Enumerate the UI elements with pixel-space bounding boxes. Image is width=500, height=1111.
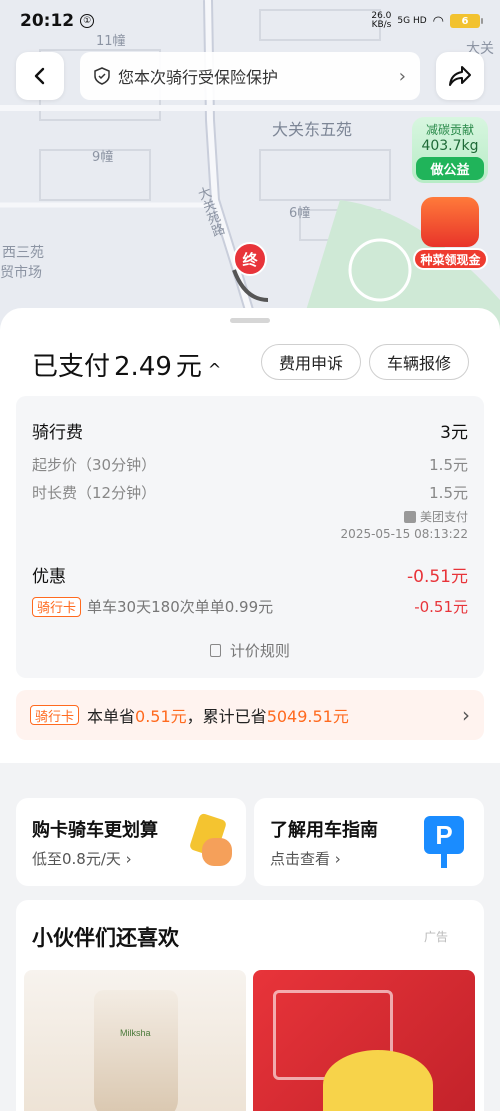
ride-fee-row: 骑行费 3元 [32, 418, 468, 443]
card-hand-icon [188, 812, 234, 868]
buy-card-promo[interactable]: 购卡骑车更划算 低至0.8元/天 › [16, 798, 246, 886]
discount-row: 优惠 -0.51元 [32, 562, 468, 587]
status-time: 20:12 [20, 11, 75, 31]
insurance-banner[interactable]: 您本次骑行受保险保护 › [80, 52, 420, 100]
ad-image-milktea[interactable]: Milksha [24, 970, 246, 1111]
map-label: 西三苑 [2, 245, 44, 261]
network-type: 5G HD [397, 16, 427, 26]
chevron-right-icon: › [462, 703, 470, 727]
parking-sign-icon: P [424, 816, 464, 868]
drag-handle[interactable] [230, 318, 270, 323]
carbon-badge[interactable]: 减碳贡献 403.7kg 做公益 [412, 117, 488, 183]
pricing-rule-link[interactable]: 计价规则 [16, 640, 484, 661]
charity-button[interactable]: 做公益 [416, 157, 484, 180]
recommend-section: 小伙伴们还喜欢 广告 Milksha [16, 900, 484, 1111]
discount-value: -0.51元 [407, 567, 468, 587]
meituan-pay-icon [403, 510, 416, 523]
notification-badge: ① [80, 14, 95, 28]
paid-summary[interactable]: 已支付 2.49 元 ^ [32, 346, 221, 383]
document-icon [210, 644, 222, 657]
wifi-icon: ◠ [432, 13, 444, 29]
share-button[interactable] [436, 52, 484, 100]
map-label: 大关东五苑 [272, 120, 353, 139]
paid-amount: 2.49 [114, 352, 172, 382]
savings-middle: ，累计已省 [186, 707, 267, 726]
duration-fee-value: 1.5元 [429, 484, 468, 502]
ride-card-tag: 骑行卡 [30, 705, 80, 725]
shield-icon [94, 67, 110, 85]
savings-prefix: 本单省 [87, 707, 136, 726]
red-packet-label: 种菜领现金 [413, 248, 488, 270]
back-arrow-icon [34, 67, 45, 85]
order-saved-amount: 0.51元 [135, 707, 187, 726]
fee-detail-card: 骑行费 3元 起步价（30分钟） 1.5元 时长费（12分钟） 1.5元 美团支… [16, 396, 484, 678]
paid-label: 已支付 [32, 352, 111, 382]
base-fee-label: 起步价（30分钟） [32, 456, 157, 474]
share-icon [449, 66, 471, 86]
end-marker: 终 [233, 242, 267, 276]
savings-banner[interactable]: 骑行卡 本单省 0.51元 ，累计已省 5049.51元 › [16, 690, 484, 740]
total-saved-amount: 5049.51元 [266, 707, 349, 726]
duration-fee-row: 时长费（12分钟） 1.5元 [32, 482, 468, 503]
card-discount-row: 骑行卡 单车30天180次单单0.99元 -0.51元 [32, 596, 468, 617]
ride-fee-label: 骑行费 [32, 423, 83, 443]
back-button[interactable] [16, 52, 64, 100]
battery-icon: 6 [450, 14, 483, 28]
ride-card-tag: 骑行卡 [32, 596, 82, 617]
red-packet-promo[interactable]: 种菜领现金 [413, 195, 488, 270]
milk-tea-cup-icon [94, 990, 178, 1111]
vehicle-repair-button[interactable]: 车辆报修 [369, 344, 469, 380]
insurance-text: 您本次骑行受保险保护 [118, 68, 279, 87]
map-label: 9幢 [92, 150, 114, 165]
map-label: 6幢 [289, 206, 311, 221]
carbon-title: 减碳贡献 [425, 123, 474, 137]
collapse-caret-icon: ^ [207, 360, 222, 379]
map-label: 贸市场 [0, 265, 42, 281]
card-discount-desc: 单车30天180次单单0.99元 [87, 598, 274, 616]
discount-label: 优惠 [32, 567, 66, 587]
status-bar: 20:12 ① 26.0 KB/s 5G HD ◠ 6 [0, 0, 500, 42]
duration-fee-label: 时长费（12分钟） [32, 484, 157, 502]
usage-guide-promo[interactable]: 了解用车指南 点击查看 › P [254, 798, 484, 886]
network-speed: 26.0 KB/s [371, 11, 392, 30]
brand-text: Milksha [120, 1028, 151, 1038]
recommend-title: 小伙伴们还喜欢 [32, 926, 179, 950]
ad-label: 广告 [423, 930, 448, 944]
cake-icon [323, 1050, 433, 1111]
payment-source: 美团支付 [403, 508, 468, 525]
red-packet-icon [421, 197, 479, 247]
ad-image-dessert[interactable] [253, 970, 475, 1111]
carbon-value: 403.7kg [421, 138, 479, 154]
payment-time: 2025-05-15 08:13:22 [340, 527, 468, 541]
chevron-right-icon: › [398, 65, 406, 87]
paid-unit: 元 [175, 352, 202, 382]
base-fee-value: 1.5元 [429, 456, 468, 474]
ride-fee-value: 3元 [440, 423, 468, 443]
base-fee-row: 起步价（30分钟） 1.5元 [32, 454, 468, 475]
fee-appeal-button[interactable]: 费用申诉 [261, 344, 361, 380]
order-sheet: 已支付 2.49 元 ^ 费用申诉 车辆报修 骑行费 3元 起步价（30分钟） … [0, 308, 500, 763]
card-discount-value: -0.51元 [414, 598, 468, 616]
